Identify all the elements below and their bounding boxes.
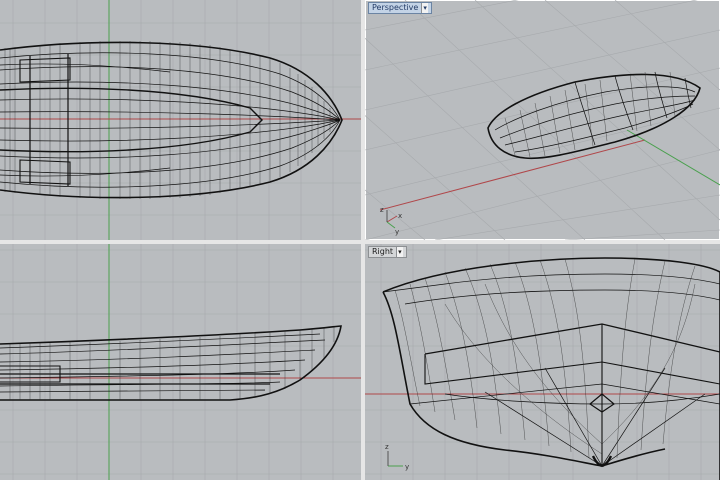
viewport-title-right[interactable]: Right ▾ <box>368 246 407 258</box>
front-view-canvas <box>0 244 361 480</box>
hull-perspective-stations <box>504 71 676 158</box>
viewport-title-perspective-text: Perspective <box>372 3 419 12</box>
right-axis-z-label: z <box>385 443 389 451</box>
viewport-right[interactable]: y z Right ▾ <box>365 244 720 480</box>
viewport-front[interactable] <box>0 244 361 480</box>
hull-front-wireframe <box>0 325 342 401</box>
perspective-view-canvas: x y z <box>365 0 720 240</box>
hull-perspective-wireframe <box>487 71 701 160</box>
persp-x-axis <box>379 139 646 211</box>
hull-top-stations <box>4 41 331 199</box>
right-axis-y-label: y <box>405 463 409 471</box>
persp-axis-z-label: z <box>380 206 384 214</box>
persp-axis-x-label: x <box>398 212 402 220</box>
persp-axis-y-label: y <box>395 228 399 236</box>
hull-top-wireframe <box>0 41 343 199</box>
hull-right-sections <box>394 258 696 459</box>
right-view-canvas: y z <box>365 244 720 480</box>
axis-widget-icon: y z <box>385 443 409 471</box>
viewport-menu-arrow-icon[interactable]: ▾ <box>421 3 428 13</box>
perspective-grid <box>365 0 720 240</box>
front-grid <box>0 244 361 480</box>
top-view-canvas <box>0 0 361 240</box>
viewport-title-right-text: Right <box>372 247 394 256</box>
viewport-menu-arrow-icon[interactable]: ▾ <box>396 247 403 257</box>
hull-right-wireframe <box>382 257 720 480</box>
viewport-perspective[interactable]: x y z Perspective ▾ <box>365 0 720 240</box>
viewport-title-perspective[interactable]: Perspective ▾ <box>368 2 432 14</box>
axis-widget-icon: x y z <box>380 206 402 236</box>
viewport-top[interactable] <box>0 0 361 240</box>
top-grid <box>0 0 361 240</box>
